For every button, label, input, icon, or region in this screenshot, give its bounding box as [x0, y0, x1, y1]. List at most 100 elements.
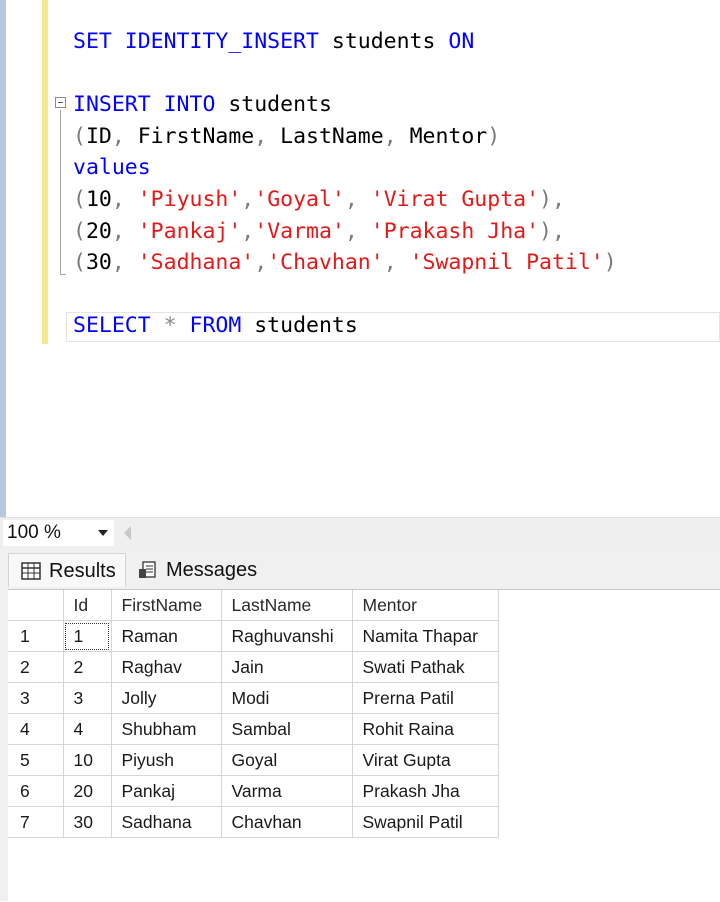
cell-id[interactable]: 20 [63, 775, 112, 807]
punctuation: , [111, 218, 138, 244]
table-row[interactable]: 4 4 Shubham Sambal Rohit Raina [8, 713, 499, 745]
cell-firstname[interactable]: Sadhana [111, 806, 222, 838]
row-number[interactable]: 1 [8, 620, 64, 652]
cell-mentor[interactable]: Swapnil Patil [352, 806, 499, 838]
punctuation: ( [73, 187, 86, 212]
chevron-down-icon[interactable] [98, 530, 108, 536]
code-line[interactable]: (30, 'Sadhana','Chavhan', 'Swapnil Patil… [73, 247, 617, 279]
cell-mentor[interactable]: Virat Gupta [352, 744, 499, 776]
cell-mentor[interactable]: Prakash Jha [352, 775, 499, 807]
cell-mentor[interactable]: Rohit Raina [352, 713, 499, 745]
cell-firstname[interactable]: Pankaj [111, 775, 222, 807]
code-line[interactable]: SELECT * FROM students [73, 310, 358, 342]
punctuation: ), [539, 187, 565, 212]
row-number[interactable]: 6 [8, 775, 64, 807]
messages-icon [139, 561, 156, 578]
punctuation: , [383, 123, 410, 149]
row-number[interactable]: 3 [8, 682, 64, 714]
scroll-left-arrow-icon[interactable] [124, 526, 131, 540]
string-literal: 'Sadhana' [137, 250, 255, 276]
cell-id[interactable]: 30 [63, 806, 112, 838]
code-line[interactable]: INSERT INTO students [73, 89, 332, 121]
sql-keyword: SELECT [73, 313, 164, 339]
cell-lastname[interactable]: Sambal [221, 713, 353, 745]
cell-lastname[interactable]: Raghuvanshi [221, 620, 353, 652]
grid-icon [21, 562, 41, 580]
cell-id[interactable]: 3 [63, 682, 112, 714]
cell-lastname[interactable]: Modi [221, 682, 353, 714]
outline-fold-end [60, 274, 66, 275]
change-tracking-margin [42, 0, 48, 344]
table-row[interactable]: 3 3 Jolly Modi Prerna Patil [8, 682, 499, 714]
row-number[interactable]: 2 [8, 651, 64, 683]
cell-id[interactable]: 4 [63, 713, 112, 745]
punctuation: ), [539, 218, 565, 244]
results-grid: Id FirstName LastName Mentor 1 1 Raman Ragh… [8, 590, 499, 838]
column-header-lastname[interactable]: LastName [221, 590, 353, 621]
cell-mentor[interactable]: Namita Thapar [352, 620, 499, 652]
code-line[interactable]: (10, 'Piyush','Goyal', 'Virat Gupta'), [73, 184, 565, 216]
code-line[interactable]: SET IDENTITY_INSERT students ON [73, 26, 474, 58]
sql-keyword: SET IDENTITY_INSERT [73, 29, 332, 54]
table-row[interactable]: 5 10 Piyush Goyal Virat Gupta [8, 744, 499, 776]
code-line[interactable]: values [73, 152, 151, 184]
punctuation: , [241, 187, 255, 212]
cell-firstname[interactable]: Raghav [111, 651, 222, 683]
zoom-dropdown[interactable]: 100 % [3, 520, 114, 546]
identifier: 30 [85, 250, 112, 276]
code-line[interactable]: (20, 'Pankaj','Varma', 'Prakash Jha'), [73, 216, 565, 248]
punctuation: ( [73, 123, 86, 149]
punctuation: , [254, 123, 281, 149]
cell-firstname[interactable]: Piyush [111, 744, 222, 776]
table-row[interactable]: 1 1 Raman Raghuvanshi Namita Thapar [8, 620, 499, 652]
identifier: FirstName [137, 123, 255, 149]
tab-messages-label: Messages [166, 559, 258, 581]
punctuation: , [344, 187, 371, 212]
tab-results[interactable]: Results [8, 553, 126, 587]
column-header-firstname[interactable]: FirstName [111, 590, 222, 621]
identifier: students [228, 92, 332, 118]
sql-keyword: values [73, 155, 151, 181]
column-header-mentor[interactable]: Mentor [352, 590, 499, 621]
cell-lastname[interactable]: Goyal [221, 744, 353, 776]
cell-firstname[interactable]: Jolly [111, 682, 222, 714]
row-number[interactable]: 4 [8, 713, 64, 745]
sql-keyword: ON [448, 29, 475, 54]
code-line[interactable]: (ID, FirstName, LastName, Mentor) [73, 121, 500, 153]
cell-id[interactable]: 2 [63, 651, 112, 683]
results-panel: Results Messages Id FirstName LastName M… [0, 547, 720, 902]
row-number[interactable]: 5 [8, 744, 64, 776]
cell-mentor[interactable]: Prerna Patil [352, 682, 499, 714]
punctuation: ( [73, 218, 86, 244]
cell-firstname[interactable]: Shubham [111, 713, 222, 745]
cell-id[interactable]: 10 [63, 744, 112, 776]
identifier: 10 [85, 187, 112, 212]
query-editor[interactable]: SET IDENTITY_INSERT students ON INSERT IN… [0, 0, 720, 517]
cell-lastname[interactable]: Varma [221, 775, 353, 807]
cell-lastname[interactable]: Chavhan [221, 806, 353, 838]
cell-mentor[interactable]: Swati Pathak [352, 651, 499, 683]
row-number-header[interactable] [8, 590, 64, 621]
punctuation: ) [487, 123, 501, 149]
identifier: students [254, 313, 358, 339]
punctuation: , [254, 250, 268, 276]
tab-messages[interactable]: Messages [126, 553, 268, 587]
column-header-id[interactable]: Id [63, 590, 112, 621]
table-row[interactable]: 7 30 Sadhana Chavhan Swapnil Patil [8, 806, 499, 838]
cell-firstname[interactable]: Raman [111, 620, 222, 652]
operator: * [163, 313, 190, 339]
cell-lastname[interactable]: Jain [221, 651, 353, 683]
tab-results-label: Results [49, 560, 116, 582]
collapse-toggle-icon[interactable] [55, 97, 66, 108]
cell-id[interactable]: 1 [63, 620, 112, 652]
identifier: Mentor [409, 123, 488, 149]
punctuation: , [241, 218, 255, 244]
table-row[interactable]: 2 2 Raghav Jain Swati Pathak [8, 651, 499, 683]
punctuation: , [111, 187, 138, 212]
row-number[interactable]: 7 [8, 806, 64, 838]
results-grid-area: Id FirstName LastName Mentor 1 1 Raman Ragh… [8, 589, 720, 902]
table-row[interactable]: 6 20 Pankaj Varma Prakash Jha [8, 775, 499, 807]
results-tab-strip: Results Messages [0, 547, 720, 589]
sql-keyword: FROM [189, 313, 255, 339]
zoom-value: 100 % [7, 522, 61, 543]
